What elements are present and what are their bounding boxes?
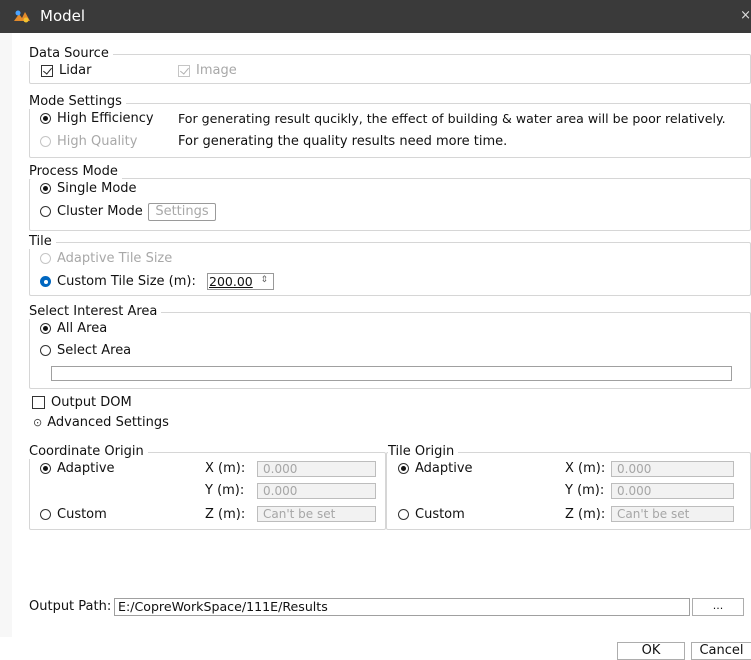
dialog-body: Data Source Lidar Image Mode Settings Hi… — [12, 33, 751, 660]
cluster-settings-button: Settings — [148, 203, 216, 221]
radio-icon — [398, 509, 409, 520]
lidar-checkbox[interactable]: Lidar — [41, 63, 91, 78]
area-path-input[interactable] — [51, 366, 732, 381]
tile-origin-title: Tile Origin — [388, 444, 459, 459]
high-quality-radio: High Quality — [40, 134, 137, 149]
tile-size-value: 200.00 — [209, 274, 253, 289]
radio-icon — [40, 136, 51, 147]
coordinate-custom-radio[interactable]: Custom — [40, 507, 107, 522]
data-source-title: Data Source — [29, 46, 113, 61]
tile-origin-custom-label: Custom — [415, 507, 465, 522]
check-icon — [41, 64, 53, 77]
spin-arrows-icon[interactable]: ⇕ — [260, 275, 268, 285]
output-dom-label: Output DOM — [51, 395, 132, 410]
radio-icon — [40, 206, 51, 217]
select-area-radio[interactable]: Select Area — [40, 343, 131, 358]
close-icon[interactable]: × — [740, 8, 751, 23]
check-icon — [32, 396, 45, 409]
cluster-mode-label: Cluster Mode — [57, 204, 143, 219]
all-area-label: All Area — [57, 321, 108, 336]
radio-icon — [40, 323, 51, 334]
radio-icon — [40, 253, 51, 264]
coordinate-y-field: 0.000 — [257, 483, 376, 499]
adaptive-tile-size-radio: Adaptive Tile Size — [40, 251, 172, 266]
coordinate-adaptive-label: Adaptive — [57, 461, 115, 476]
tile-origin-x-field: 0.000 — [611, 461, 734, 477]
process-mode-title: Process Mode — [29, 164, 122, 179]
tile-origin-z-field: Can't be set — [611, 506, 734, 522]
coordinate-z-field: Can't be set — [257, 506, 376, 522]
advanced-settings-label: Advanced Settings — [47, 415, 169, 430]
radio-icon — [40, 113, 51, 124]
mode-settings-title: Mode Settings — [29, 94, 126, 109]
radio-icon — [40, 276, 51, 287]
tile-origin-x-label: X (m): — [565, 461, 606, 476]
cluster-mode-radio[interactable]: Cluster Mode — [40, 204, 143, 219]
check-icon — [178, 64, 190, 77]
title-bar[interactable]: Model × — [0, 0, 751, 33]
custom-tile-size-radio[interactable]: Custom Tile Size (m): — [40, 274, 196, 289]
radio-icon — [40, 183, 51, 194]
output-dom-checkbox[interactable]: Output DOM — [32, 395, 132, 410]
coordinate-origin-title: Coordinate Origin — [29, 444, 148, 459]
output-path-label: Output Path: — [29, 599, 112, 614]
advanced-settings-toggle[interactable]: ⊙ Advanced Settings — [33, 415, 169, 430]
app-icon — [14, 10, 30, 23]
interest-area-title: Select Interest Area — [29, 304, 162, 319]
single-mode-radio[interactable]: Single Mode — [40, 181, 137, 196]
single-mode-label: Single Mode — [57, 181, 137, 196]
radio-icon — [40, 345, 51, 356]
high-quality-description: For generating the quality results need … — [178, 134, 508, 149]
tile-title: Tile — [29, 234, 56, 249]
output-path-value: E:/CopreWorkSpace/111E/Results — [118, 599, 328, 614]
cancel-button[interactable]: Cancel — [691, 642, 751, 660]
high-quality-label: High Quality — [57, 134, 138, 149]
tile-origin-adaptive-radio[interactable]: Adaptive — [398, 461, 473, 476]
collapse-icon: ⊙ — [33, 416, 43, 429]
data-source-group — [29, 54, 751, 84]
high-efficiency-label: High Efficiency — [57, 111, 154, 126]
tile-origin-custom-radio[interactable]: Custom — [398, 507, 465, 522]
coordinate-x-label: X (m): — [205, 461, 246, 476]
all-area-radio[interactable]: All Area — [40, 321, 107, 336]
output-path-input[interactable]: E:/CopreWorkSpace/111E/Results — [114, 598, 690, 616]
coordinate-z-label: Z (m): — [205, 507, 246, 522]
image-label: Image — [196, 63, 237, 78]
model-dialog: Model × Data Source Lidar Image Mode Set… — [0, 0, 751, 660]
radio-icon — [398, 463, 409, 474]
tile-origin-z-label: Z (m): — [565, 507, 606, 522]
ok-button[interactable]: OK — [617, 642, 685, 660]
tile-origin-y-label: Y (m): — [565, 483, 605, 498]
select-area-label: Select Area — [57, 343, 132, 358]
adaptive-tile-size-label: Adaptive Tile Size — [57, 251, 173, 266]
radio-icon — [40, 509, 51, 520]
image-checkbox: Image — [178, 63, 237, 78]
coordinate-adaptive-radio[interactable]: Adaptive — [40, 461, 115, 476]
high-efficiency-description: For generating result qucikly, the effec… — [178, 111, 726, 126]
high-efficiency-radio[interactable]: High Efficiency — [40, 111, 154, 126]
coordinate-x-field: 0.000 — [257, 461, 376, 477]
lidar-label: Lidar — [59, 63, 92, 78]
coordinate-y-label: Y (m): — [205, 483, 245, 498]
tile-origin-adaptive-label: Adaptive — [415, 461, 473, 476]
radio-icon — [40, 463, 51, 474]
tile-size-spinbox[interactable]: 200.00 ⇕ — [207, 273, 274, 290]
browse-button[interactable]: ... — [692, 598, 744, 616]
tile-origin-y-field: 0.000 — [611, 483, 734, 499]
window-title: Model — [40, 7, 86, 25]
custom-tile-size-label: Custom Tile Size (m): — [57, 274, 196, 289]
coordinate-custom-label: Custom — [57, 507, 107, 522]
